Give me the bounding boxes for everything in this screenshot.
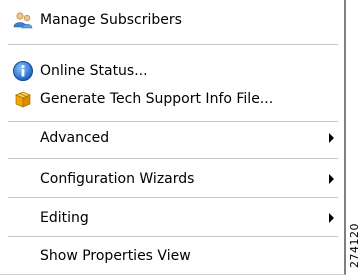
package-icon bbox=[12, 88, 34, 110]
menu-separator bbox=[8, 121, 338, 122]
submenu-arrow-icon bbox=[329, 213, 334, 223]
menu-item-online-status[interactable]: Online Status... bbox=[0, 58, 344, 84]
menu-item-label: Manage Subscribers bbox=[40, 12, 182, 28]
menu-item-label: Generate Tech Support Info File... bbox=[40, 91, 274, 107]
menu-item-show-properties-view[interactable]: Show Properties View bbox=[0, 243, 344, 269]
menu-separator bbox=[8, 197, 338, 198]
submenu-arrow-icon bbox=[329, 133, 334, 143]
menu-item-editing[interactable]: Editing bbox=[0, 205, 344, 231]
menu-separator bbox=[8, 44, 338, 45]
menu-item-manage-subscribers[interactable]: Manage Subscribers bbox=[0, 7, 344, 33]
context-menu: Manage Subscribers Online Status... Gene… bbox=[0, 0, 346, 275]
menu-item-label: Editing bbox=[40, 210, 89, 226]
figure-id-text: 274120 bbox=[348, 223, 361, 268]
menu-item-label: Online Status... bbox=[40, 63, 148, 79]
menu-separator bbox=[8, 158, 338, 159]
menu-item-label: Configuration Wizards bbox=[40, 171, 195, 187]
menu-item-label: Show Properties View bbox=[40, 248, 191, 264]
menu-item-configuration-wizards[interactable]: Configuration Wizards bbox=[0, 166, 344, 192]
menu-item-generate-tech-support[interactable]: Generate Tech Support Info File... bbox=[0, 86, 344, 112]
figure-id: 274120 bbox=[348, 210, 362, 270]
info-icon bbox=[12, 60, 34, 82]
submenu-arrow-icon bbox=[329, 174, 334, 184]
users-icon bbox=[12, 9, 34, 31]
menu-item-label: Advanced bbox=[40, 130, 110, 146]
menu-separator bbox=[8, 236, 338, 237]
menu-item-advanced[interactable]: Advanced bbox=[0, 125, 344, 151]
